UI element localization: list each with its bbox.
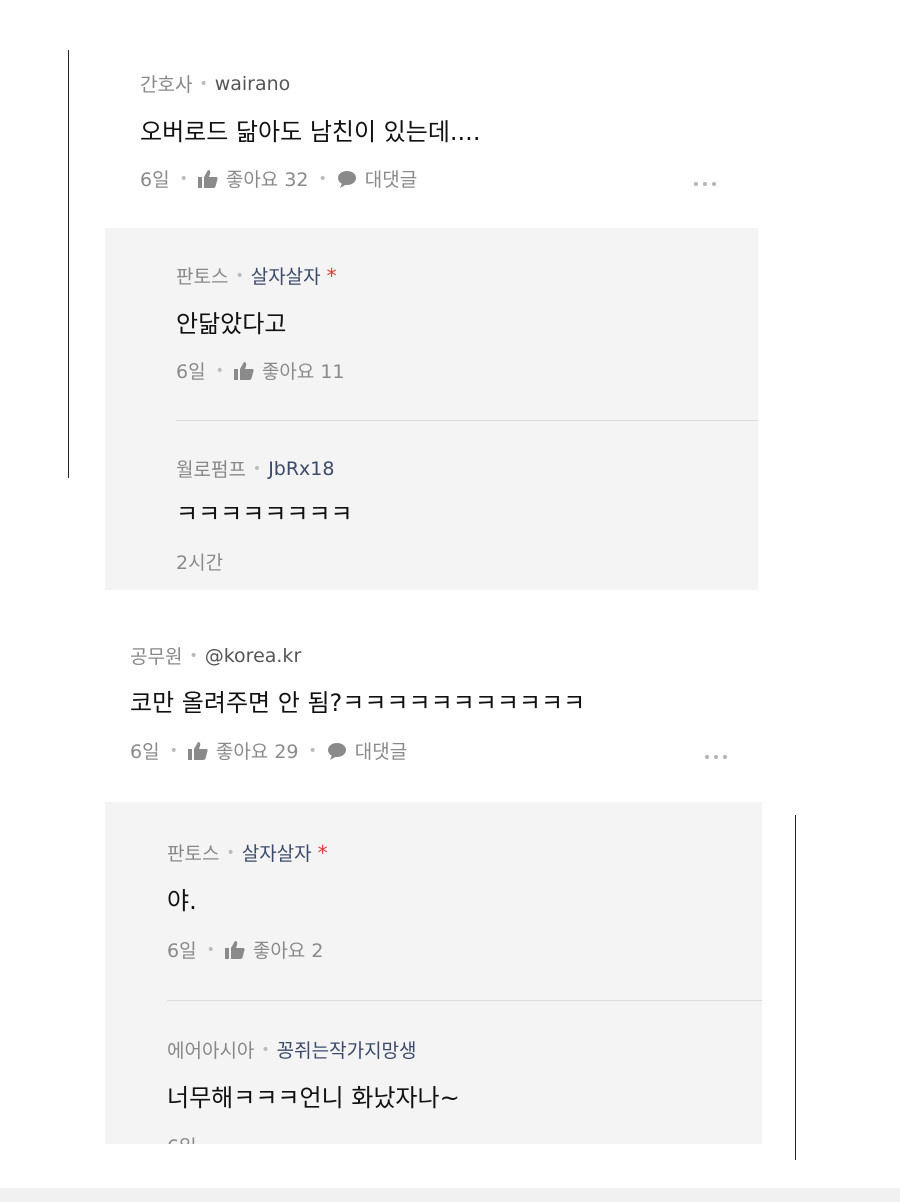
job-label: 간호사 — [140, 74, 193, 96]
like-button[interactable]: 좋아요 11 — [233, 357, 345, 384]
thumbs-up-icon — [233, 361, 254, 380]
job-label: 월로펌프 — [176, 459, 246, 481]
job-label: 에어아시아 — [167, 1040, 255, 1062]
like-count: 좋아요 29 — [215, 741, 299, 763]
reply-header: 에어아시아 • 꽁쥐는작가지망생 — [167, 1036, 417, 1063]
thumbs-up-icon — [224, 940, 245, 959]
like-button[interactable]: 좋아요 32 — [197, 165, 309, 192]
like-button[interactable]: 좋아요 2 — [224, 936, 324, 963]
timestamp: 6일 — [140, 169, 170, 191]
timestamp: 2시간 — [176, 552, 224, 574]
reply-header: 판토스 • 살자살자 * — [167, 839, 328, 866]
job-label: 공무원 — [130, 646, 183, 668]
nickname[interactable]: JbRx18 — [268, 458, 334, 480]
nickname[interactable]: @korea.kr — [205, 645, 302, 667]
reply-header: 판토스 • 살자살자 * — [176, 262, 337, 289]
reply-divider — [176, 420, 758, 421]
timestamp: 6일 — [167, 940, 197, 962]
reply-meta-clip: 6일 — [105, 1132, 762, 1144]
reply-text: 너무해ㅋㅋㅋ언니 화났자나~ — [167, 1084, 460, 1112]
bottom-bar — [0, 1188, 900, 1202]
like-button[interactable]: 좋아요 29 — [187, 737, 299, 764]
reply-button[interactable]: 대댓글 — [327, 737, 407, 764]
author-star: * — [317, 840, 328, 865]
reply-text: 야. — [167, 887, 197, 915]
reply-header: 월로펌프 • JbRx18 — [176, 455, 334, 482]
thumbs-up-icon — [187, 741, 208, 760]
more-options-icon[interactable] — [694, 182, 716, 186]
reply-meta: 6일 • 좋아요 2 — [167, 936, 323, 963]
speech-bubble-icon — [337, 170, 356, 188]
right-edge-line — [795, 815, 796, 1160]
author-star: * — [326, 263, 337, 288]
comment-text: 오버로드 닮아도 남친이 있는데.... — [140, 118, 481, 146]
comment-header: 간호사 • wairano — [140, 70, 290, 97]
timestamp: 6일 — [176, 361, 206, 383]
more-options-icon[interactable] — [705, 755, 727, 759]
job-label: 판토스 — [167, 843, 220, 865]
reply-meta: 6일 — [167, 1132, 197, 1144]
reply-divider — [167, 1000, 762, 1001]
timestamp: 6일 — [130, 741, 160, 763]
left-edge-line — [68, 50, 69, 478]
timestamp: 6일 — [167, 1132, 197, 1144]
comment-meta: 6일 • 좋아요 29 • 대댓글 — [130, 737, 407, 764]
job-label: 판토스 — [176, 266, 229, 288]
like-count: 좋아요 11 — [261, 361, 345, 383]
nickname[interactable]: 살자살자 — [242, 839, 312, 866]
comment-header: 공무원 • @korea.kr — [130, 642, 301, 669]
reply-meta: 6일 • 좋아요 11 — [176, 357, 345, 384]
nickname[interactable]: 꽁쥐는작가지망생 — [277, 1036, 417, 1063]
reply-meta: 2시간 — [176, 548, 223, 575]
reply-text: ㅋㅋㅋㅋㅋㅋㅋㅋ — [176, 500, 353, 528]
nickname[interactable]: wairano — [215, 73, 291, 95]
thumbs-up-icon — [197, 169, 218, 188]
reply-label: 대댓글 — [354, 741, 408, 763]
nickname[interactable]: 살자살자 — [251, 262, 321, 289]
comment-meta: 6일 • 좋아요 32 • 대댓글 — [140, 165, 417, 192]
speech-bubble-icon — [327, 742, 346, 760]
reply-button[interactable]: 대댓글 — [337, 165, 417, 192]
reply-text: 안닮았다고 — [176, 310, 287, 338]
comment-text: 코만 올려주면 안 됨?ㅋㅋㅋㅋㅋㅋㅋㅋㅋㅋㅋ — [130, 689, 586, 717]
like-count: 좋아요 2 — [252, 940, 324, 962]
like-count: 좋아요 32 — [225, 169, 309, 191]
reply-label: 대댓글 — [364, 169, 418, 191]
